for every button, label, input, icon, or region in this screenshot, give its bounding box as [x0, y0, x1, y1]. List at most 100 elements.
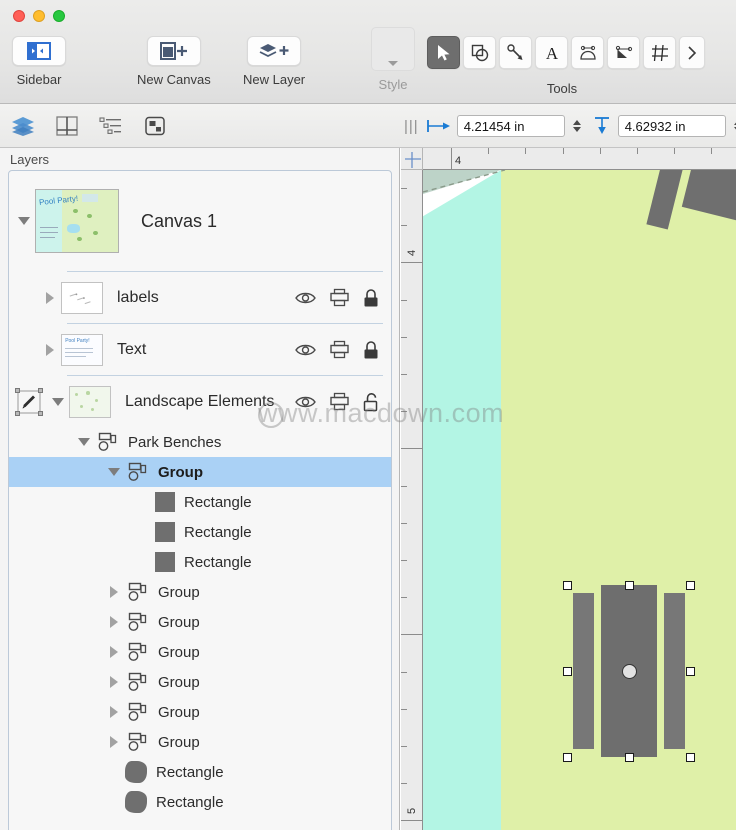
tree-row[interactable]: Rectangle — [9, 787, 391, 817]
pen-tool[interactable] — [571, 36, 604, 69]
object-icon[interactable] — [140, 111, 170, 141]
tree-row[interactable]: Park Benches — [9, 427, 391, 457]
eye-icon[interactable] — [295, 394, 316, 409]
tree-disclosure-closed[interactable] — [103, 616, 125, 628]
group-icon — [125, 642, 149, 662]
resize-handle-s[interactable] — [625, 753, 634, 762]
minimize-button[interactable] — [33, 10, 45, 22]
ruler-tick — [525, 148, 527, 154]
ruler-label-v: 5 — [406, 807, 418, 814]
selected-bench-group[interactable] — [563, 581, 695, 762]
group-icon — [95, 432, 119, 452]
eye-icon[interactable] — [295, 290, 316, 305]
tree-row[interactable]: Group — [9, 457, 391, 487]
tree-disclosure-open[interactable] — [73, 438, 95, 446]
tree-row[interactable]: Group — [9, 607, 391, 637]
rotation-center-handle[interactable] — [622, 664, 637, 679]
new-canvas-label: New Canvas — [137, 72, 211, 87]
triangle-right-icon — [110, 586, 118, 598]
tree-disclosure-closed[interactable] — [103, 676, 125, 688]
water-shape[interactable] — [423, 170, 501, 830]
print-icon[interactable] — [330, 340, 349, 359]
ruler-tick — [451, 148, 452, 170]
resize-handle-ne[interactable] — [686, 581, 695, 590]
line-tool[interactable] — [499, 36, 532, 69]
style-well-button[interactable] — [371, 27, 415, 71]
tools-group: A — [427, 36, 705, 69]
print-icon[interactable] — [330, 288, 349, 307]
resize-handle-nw[interactable] — [563, 581, 572, 590]
group-icon — [125, 732, 149, 752]
tree-row[interactable]: Rectangle — [9, 487, 391, 517]
tree-row[interactable]: Rectangle — [9, 517, 391, 547]
text-tool[interactable]: A — [535, 36, 568, 69]
tree-disclosure-closed[interactable] — [103, 736, 125, 748]
y-position-input[interactable]: 4.62932 in — [617, 115, 726, 137]
print-icon[interactable] — [330, 392, 349, 411]
tree-row[interactable]: Group — [9, 637, 391, 667]
shape-tool[interactable] — [463, 36, 496, 69]
triangle-right-icon — [110, 736, 118, 748]
x-position-stepper[interactable] — [570, 115, 584, 137]
landscape-disclosure[interactable] — [47, 397, 69, 406]
active-layer-pencil-badge[interactable] — [15, 387, 43, 416]
canvas-row[interactable]: Pool Party! Canvas 1 — [9, 171, 391, 271]
grid-tool[interactable] — [643, 36, 676, 69]
drawing-canvas[interactable] — [423, 170, 736, 830]
toolbar-item-style[interactable]: Style — [371, 27, 415, 92]
layers-icon[interactable] — [8, 111, 38, 141]
tree-disclosure-open[interactable] — [103, 468, 125, 476]
sidebar-button[interactable] — [12, 36, 66, 66]
text-disclosure[interactable] — [39, 343, 61, 356]
tree-disclosure-closed[interactable] — [103, 586, 125, 598]
group-icon — [125, 612, 149, 632]
resize-handle-w[interactable] — [563, 667, 572, 676]
close-button[interactable] — [13, 10, 25, 22]
tree-row[interactable]: Rectangle — [9, 757, 391, 787]
more-tools-button[interactable] — [679, 36, 705, 69]
tree-row[interactable]: Group — [9, 727, 391, 757]
vertical-ruler[interactable]: 45 — [401, 170, 423, 830]
canvas-split-icon[interactable] — [52, 111, 82, 141]
outline-icon[interactable] — [96, 111, 126, 141]
resize-handle-n[interactable] — [625, 581, 634, 590]
drag-grip-icon[interactable]: ||| — [404, 118, 419, 135]
horizontal-ruler[interactable]: 4 — [423, 148, 736, 170]
bench-slat-left[interactable] — [573, 593, 594, 749]
resize-handle-e[interactable] — [686, 667, 695, 676]
tree-row[interactable]: Group — [9, 577, 391, 607]
tree-row-label: Rectangle — [156, 763, 224, 781]
layer-row-landscape-elements[interactable]: Landscape Elements — [9, 376, 391, 427]
tree-row[interactable]: Rectangle — [9, 547, 391, 577]
toolbar-item-new-canvas[interactable]: New Canvas — [137, 36, 211, 87]
unlock-icon[interactable] — [363, 392, 379, 411]
tree-row[interactable]: Group — [9, 667, 391, 697]
bench-slat-right[interactable] — [664, 593, 685, 749]
zoom-button[interactable] — [53, 10, 65, 22]
toolbar-item-sidebar[interactable]: Sidebar — [12, 36, 66, 87]
new-layer-button[interactable] — [247, 36, 302, 66]
resize-handle-se[interactable] — [686, 753, 695, 762]
tree-row-label: Group — [158, 583, 200, 601]
layer-row-labels[interactable]: labels — [9, 272, 391, 323]
selection-tool[interactable] — [427, 36, 460, 69]
tree-row[interactable]: Group — [9, 697, 391, 727]
canvas-disclosure[interactable] — [13, 217, 35, 225]
new-canvas-button[interactable] — [146, 36, 201, 66]
eye-icon[interactable] — [295, 342, 316, 357]
resize-handle-sw[interactable] — [563, 753, 572, 762]
tree-disclosure-closed[interactable] — [103, 646, 125, 658]
ruler-tick — [401, 485, 407, 487]
layer-row-text[interactable]: Pool Party! Text — [9, 324, 391, 375]
toolbar-item-new-layer[interactable]: New Layer — [243, 36, 305, 87]
bezier-tool[interactable] — [607, 36, 640, 69]
triangle-down-icon — [18, 217, 30, 225]
ruler-corner[interactable] — [401, 148, 423, 170]
y-position-stepper[interactable] — [731, 115, 736, 137]
lock-icon[interactable] — [363, 340, 379, 359]
lock-icon[interactable] — [363, 288, 379, 307]
layers-list: Pool Party! Canvas 1 labels Pool Party! … — [8, 170, 392, 830]
tree-disclosure-closed[interactable] — [103, 706, 125, 718]
x-position-input[interactable]: 4.21454 in — [456, 115, 565, 137]
labels-disclosure[interactable] — [39, 291, 61, 304]
